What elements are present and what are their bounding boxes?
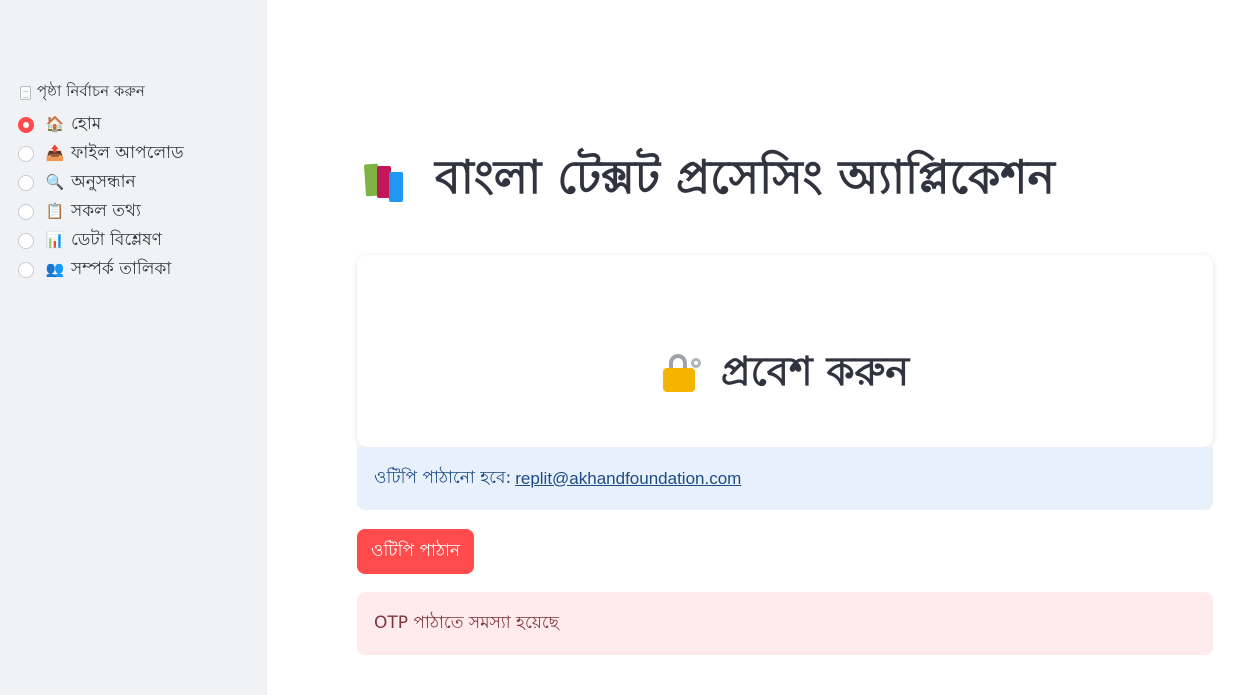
radio-option-file-upload[interactable]: 📤 ফাইল আপলোড — [18, 139, 184, 168]
clipboard-icon: 📋 — [45, 202, 65, 220]
radio-label-all-data: সকল তথ্য — [71, 200, 141, 221]
login-heading-text: প্রবেশ করুন — [720, 349, 910, 396]
radio-button[interactable] — [18, 232, 34, 249]
otp-email-link[interactable]: replit@akhandfoundation.com — [515, 469, 741, 489]
radio-button[interactable] — [18, 203, 34, 220]
page-title-text: বাংলা টেক্সট প্রসেসিং অ্যাপ্লিকেশন — [435, 149, 1055, 204]
app-root: পৃষ্ঠা নির্বাচন করুন 🏠 হোম 📤 ফাইল আপলোড … — [0, 0, 1247, 695]
sidebar: পৃষ্ঠা নির্বাচন করুন 🏠 হোম 📤 ফাইল আপলোড … — [0, 0, 267, 695]
otp-error-alert: OTP পাঠাতে সমস্যা হয়েছে — [357, 592, 1213, 655]
radio-option-search[interactable]: 🔍 অনুসন্ধান — [18, 168, 184, 197]
send-otp-button[interactable]: ওটিপি পাঠান — [357, 529, 475, 574]
house-icon: 🏠 — [45, 115, 65, 133]
page-select-caption-label: পৃষ্ঠা নির্বাচন করুন — [37, 82, 145, 100]
radio-option-data-analysis[interactable]: 📊 ডেটা বিশ্লেষণ — [18, 226, 184, 255]
radio-label-relationship-list: সম্পর্ক তালিকা — [71, 258, 172, 279]
upload-tray-icon: 📤 — [45, 144, 65, 162]
radio-option-home[interactable]: 🏠 হোম — [18, 110, 184, 139]
radio-option-all-data[interactable]: 📋 সকল তথ্য — [18, 197, 184, 226]
page-select-caption: পৃষ্ঠা নির্বাচন করুন — [20, 80, 145, 105]
page-radio-group: 🏠 হোম 📤 ফাইল আপলোড 🔍 অনুসন্ধান 📋 সকল তথ্… — [18, 110, 184, 284]
radio-option-relationship-list[interactable]: 👥 সম্পর্ক তালিকা — [18, 255, 184, 284]
radio-button[interactable] — [18, 145, 34, 162]
otp-info-prefix: ওটিপি পাঠানো হবে: — [374, 467, 512, 488]
magnifier-icon: 🔍 — [45, 173, 65, 191]
radio-label-data-analysis: ডেটা বিশ্লেষণ — [71, 229, 162, 250]
bar-chart-icon: 📊 — [45, 231, 65, 249]
books-icon — [363, 158, 415, 204]
otp-error-message: OTP পাঠাতে সমস্যা হয়েছে — [374, 612, 559, 633]
people-icon: 👥 — [45, 260, 65, 278]
lock-with-key-icon — [661, 353, 705, 394]
main-content: বাংলা টেক্সট প্রসেসিং অ্যাপ্লিকেশন প্রবে… — [357, 0, 1213, 695]
login-heading: প্রবেশ করুন — [357, 340, 1213, 407]
radio-button-selected[interactable] — [18, 116, 34, 133]
page-icon — [20, 85, 31, 100]
login-card: প্রবেশ করুন — [357, 255, 1213, 447]
radio-label-home: হোম — [71, 113, 102, 134]
radio-button[interactable] — [18, 261, 34, 278]
page-title: বাংলা টেক্সট প্রসেসিং অ্যাপ্লিকেশন — [363, 143, 1213, 219]
radio-label-search: অনুসন্ধান — [71, 171, 136, 192]
radio-label-file-upload: ফাইল আপলোড — [71, 142, 184, 163]
radio-button[interactable] — [18, 174, 34, 191]
otp-info-alert: ওটিপি পাঠানো হবে: replit@akhandfoundatio… — [357, 447, 1213, 510]
